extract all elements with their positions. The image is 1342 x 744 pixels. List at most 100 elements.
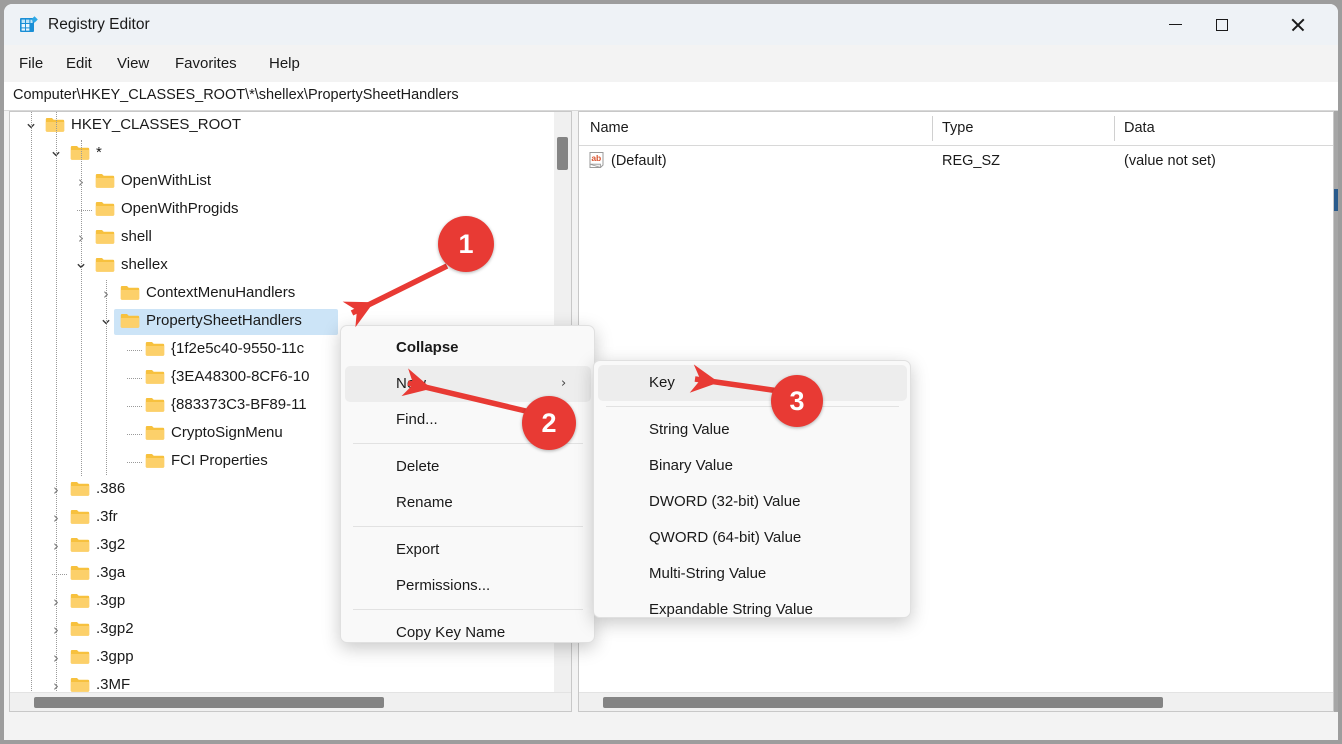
menu-favorites[interactable]: Favorites (172, 53, 240, 74)
tree-horizontal-scrollbar[interactable] (10, 692, 571, 711)
folder-icon (70, 621, 90, 637)
menu-item-label: Find... (396, 411, 438, 428)
menu-bar: File Edit View Favorites Help (4, 45, 1338, 82)
column-header-data[interactable]: Data (1124, 119, 1155, 138)
menu-item-label: Binary Value (649, 457, 733, 474)
close-icon (1290, 17, 1305, 32)
folder-icon (145, 369, 165, 385)
submenu-item-qword-64-bit-value[interactable]: QWORD (64-bit) Value (598, 520, 907, 556)
context-menu-item-copy-key-name[interactable]: Copy Key Name (345, 615, 591, 642)
menu-item-label: Export (396, 541, 440, 558)
tree-item-contextmenuhandlers[interactable]: › ContextMenuHandlers (10, 280, 553, 308)
value-name: (Default) (611, 153, 667, 169)
folder-icon (95, 173, 115, 189)
window-edge-scrollbar[interactable] (1334, 111, 1338, 712)
annotation-badge-2: 2 (522, 396, 576, 450)
tree-item-label: ContextMenuHandlers (146, 284, 296, 301)
submenu-item-multi-string-value[interactable]: Multi-String Value (598, 556, 907, 592)
folder-icon (145, 341, 165, 357)
menu-edit[interactable]: Edit (63, 53, 95, 74)
submenu-item-expandable-string-value[interactable]: Expandable String Value (598, 592, 907, 618)
maximize-button[interactable] (1199, 4, 1245, 45)
submenu-item-key[interactable]: Key (598, 365, 907, 401)
window-edge-scroll-thumb[interactable] (1334, 189, 1338, 211)
menu-item-label: QWORD (64-bit) Value (649, 529, 802, 546)
values-horizontal-scrollbar[interactable] (579, 692, 1333, 711)
tree-vertical-scroll-thumb[interactable] (557, 137, 568, 170)
tree-item-label: .3fr (96, 508, 118, 525)
folder-icon (70, 565, 90, 581)
tree-guide-stub (127, 462, 142, 464)
maximize-icon (1216, 18, 1228, 31)
context-menu-item-collapse[interactable]: Collapse (345, 330, 591, 366)
tree-horizontal-scroll-thumb[interactable] (34, 697, 384, 708)
menu-item-label: Delete (396, 458, 440, 475)
menu-item-label: Rename (396, 494, 453, 511)
submenu-item-binary-value[interactable]: Binary Value (598, 448, 907, 484)
tree-item-label: OpenWithProgids (121, 200, 239, 217)
tree-item-label: PropertySheetHandlers (146, 312, 302, 329)
menu-help[interactable]: Help (266, 53, 303, 74)
tree-item-label: {3EA48300-8CF6-10 (171, 368, 310, 385)
tree-item-label: .3gpp (96, 648, 134, 665)
tree-guide-stub (127, 378, 142, 380)
registry-path: Computer\HKEY_CLASSES_ROOT\*\shellex\Pro… (13, 87, 459, 103)
menu-view[interactable]: View (114, 53, 152, 74)
screenshot-root: Registry Editor File Edit View Favorites… (0, 0, 1342, 744)
submenu-item-string-value[interactable]: String Value (598, 412, 907, 448)
table-row[interactable]: ab (Default) REG_SZ (value not set) (579, 147, 1333, 175)
menu-separator (606, 406, 899, 407)
folder-icon (70, 677, 90, 693)
tree-guide-line (31, 112, 33, 711)
values-header: Name Type Data (579, 112, 1333, 146)
context-menu[interactable]: Collapse New › Find... Delete Rename Export Per… (340, 325, 595, 643)
annotation-badge-3: 3 (771, 375, 823, 427)
new-submenu[interactable]: Key String Value Binary Value DWORD (32-bit… (593, 360, 911, 618)
tree-guide-stub (127, 406, 142, 408)
context-menu-item-rename[interactable]: Rename (345, 485, 591, 521)
folder-icon (70, 593, 90, 609)
tree-item-label: .386 (96, 480, 126, 497)
menu-item-label: Multi-String Value (649, 565, 767, 582)
menu-item-label: Collapse (396, 339, 459, 356)
close-button[interactable] (1274, 4, 1320, 45)
title-bar: Registry Editor (4, 4, 1338, 45)
tree-item-3gpp[interactable]: › .3gpp (10, 644, 553, 672)
tree-item-label: OpenWithList (121, 172, 212, 189)
folder-icon (145, 453, 165, 469)
menu-file[interactable]: File (16, 53, 46, 74)
menu-item-label: String Value (649, 421, 730, 438)
folder-icon (95, 229, 115, 245)
context-menu-item-delete[interactable]: Delete (345, 449, 591, 485)
tree-item-label: CryptoSignMenu (171, 424, 283, 441)
context-menu-item-permissions[interactable]: Permissions... (345, 568, 591, 604)
tree-item-[interactable]: ⌄ * (10, 140, 553, 168)
folder-icon (120, 313, 140, 329)
menu-separator (353, 526, 583, 527)
address-bar[interactable]: Computer\HKEY_CLASSES_ROOT\*\shellex\Pro… (4, 82, 1338, 111)
value-type: REG_SZ (942, 153, 1001, 169)
context-menu-item-export[interactable]: Export (345, 532, 591, 568)
tree-item-hkey-classes-root[interactable]: ⌄ HKEY_CLASSES_ROOT (10, 112, 553, 140)
folder-icon (95, 257, 115, 273)
minimize-button[interactable] (1152, 4, 1198, 45)
column-divider-1[interactable] (932, 116, 933, 141)
folder-icon (70, 537, 90, 553)
submenu-item-dword-32-bit-value[interactable]: DWORD (32-bit) Value (598, 484, 907, 520)
values-horizontal-scroll-thumb[interactable] (603, 697, 1163, 708)
tree-item-label: shell (121, 228, 152, 245)
column-divider-2[interactable] (1114, 116, 1115, 141)
menu-item-label: Expandable String Value (649, 601, 814, 618)
tree-item-openwithlist[interactable]: › OpenWithList (10, 168, 553, 196)
menu-item-label: DWORD (32-bit) Value (649, 493, 801, 510)
tree-item-label: FCI Properties (171, 452, 268, 469)
tree-item-label: .3ga (96, 564, 126, 581)
minimize-icon (1168, 23, 1182, 26)
tree-item-label: {883373C3-BF89-11 (171, 396, 307, 413)
value-data: (value not set) (1124, 153, 1216, 169)
column-header-type[interactable]: Type (942, 119, 973, 138)
tree-item-label: shellex (121, 256, 168, 273)
folder-icon (120, 285, 140, 301)
folder-icon (70, 509, 90, 525)
column-header-name[interactable]: Name (590, 119, 629, 138)
